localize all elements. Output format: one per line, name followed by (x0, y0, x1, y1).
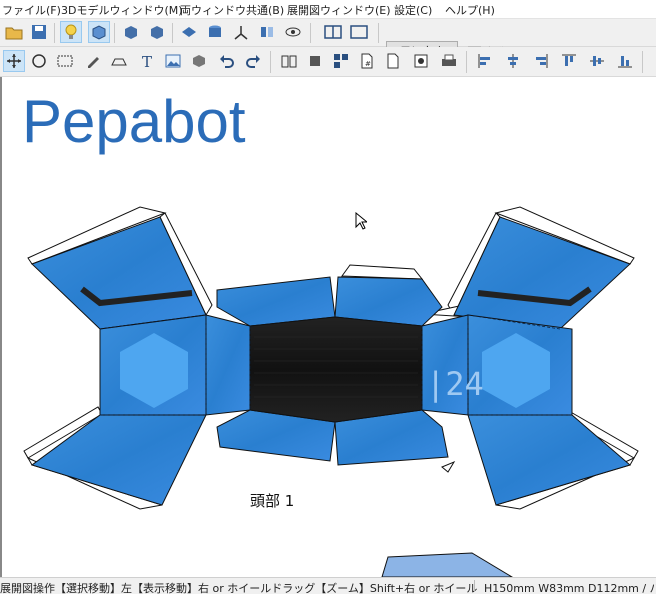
status-bar: 展開図操作【選択移動】左【表示移動】右 or ホイールドラッグ【ズーム】Shif… (0, 577, 656, 594)
status-hint: 展開図操作【選択移動】左【表示移動】右 or ホイールドラッグ【ズーム】Shif… (0, 582, 478, 594)
model-view-icon[interactable] (88, 21, 110, 43)
page-number-icon[interactable]: # (356, 50, 378, 72)
left-ear-top (31, 216, 207, 330)
save-icon[interactable] (28, 21, 50, 43)
move-cube-icon[interactable] (120, 21, 142, 43)
menu-development-window[interactable]: 展開図ウィンドウ(E) (287, 2, 391, 18)
arrange-icon[interactable] (330, 50, 352, 72)
face-screen (249, 316, 423, 423)
development-canvas[interactable]: Pepabot |24 頭部 1 (0, 77, 656, 577)
menu-both-windows[interactable]: 両ウィンドウ共通(B) (180, 2, 284, 18)
menu-help[interactable]: ヘルプ(H) (445, 2, 495, 18)
align-center-icon[interactable] (502, 50, 524, 72)
svg-text:T: T (142, 53, 152, 69)
left-ear-bottom (30, 414, 207, 506)
select-move-icon[interactable] (3, 50, 25, 72)
align-left-icon[interactable] (474, 50, 496, 72)
rotate-part-icon[interactable] (28, 50, 50, 72)
open-folder-icon[interactable] (3, 21, 25, 43)
mirror-icon[interactable] (256, 21, 278, 43)
flap-icon[interactable] (108, 50, 130, 72)
single-view-icon[interactable] (348, 21, 370, 43)
align-bottom-icon[interactable] (614, 50, 636, 72)
view-eye-icon[interactable] (282, 21, 304, 43)
left-connector (205, 314, 251, 416)
split-view-icon[interactable] (322, 21, 344, 43)
text-tool-icon[interactable]: T (136, 50, 158, 72)
pen-icon[interactable] (82, 50, 104, 72)
image-icon[interactable] (162, 50, 184, 72)
page-icon[interactable] (382, 50, 404, 72)
svg-text:#: # (365, 60, 371, 68)
part-label: 頭部 1 (250, 492, 295, 510)
toolbar-main: 元に戻す ✓ 自動 (0, 19, 656, 62)
align-middle-icon[interactable] (586, 50, 608, 72)
papercraft-net (23, 206, 639, 577)
right-ear-top (453, 216, 631, 330)
cylinder-icon[interactable] (204, 21, 226, 43)
axis-icon[interactable] (230, 21, 252, 43)
menu-settings[interactable]: 設定(C) (394, 2, 432, 18)
align-right-icon[interactable] (530, 50, 552, 72)
undo-arrow-icon[interactable] (216, 50, 238, 72)
toolbar-development: T # (0, 47, 656, 77)
menu-file[interactable]: ファイル(F) (2, 2, 61, 18)
rotate-cube-icon[interactable] (146, 21, 168, 43)
part-cube-icon[interactable] (188, 50, 210, 72)
redo-arrow-icon[interactable] (242, 50, 264, 72)
unfold-icon[interactable] (178, 21, 200, 43)
join-edges-icon[interactable] (54, 50, 76, 72)
menu-bar: ファイル(F) 3Dモデルウィンドウ(M) 両ウィンドウ共通(B) 展開図ウィン… (0, 0, 656, 19)
fit-page-icon[interactable] (304, 50, 326, 72)
light-bulb-icon[interactable] (60, 21, 82, 43)
align-top-icon[interactable] (558, 50, 580, 72)
status-dimensions: H150mm W83mm D112mm / パーツ (484, 582, 656, 594)
book-icon[interactable] (278, 50, 300, 72)
menu-3d-model-window[interactable]: 3Dモデルウィンドウ(M) (61, 2, 183, 18)
print-preview-icon[interactable] (410, 50, 432, 72)
mouse-cursor-icon (355, 211, 369, 234)
printer-icon[interactable] (438, 50, 460, 72)
panel-number-text: |24 (426, 365, 484, 403)
